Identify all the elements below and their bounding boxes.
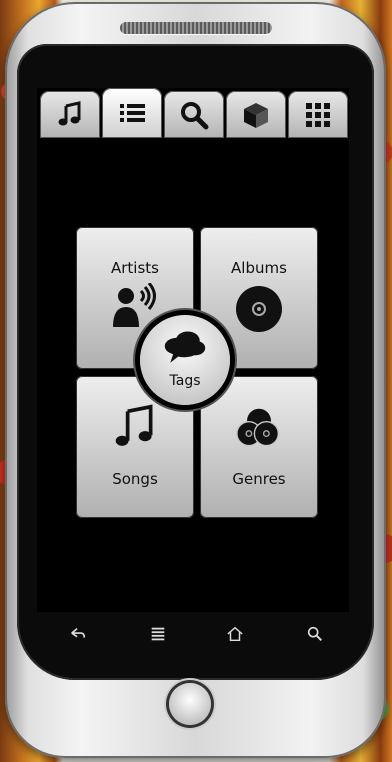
screen: Artists Albums Songs Genres Tags — [37, 88, 349, 612]
genres-label: Genres — [232, 470, 286, 488]
genres-icon — [236, 408, 280, 447]
tags-label: Tags — [169, 373, 201, 389]
tab-grid[interactable] — [288, 91, 348, 138]
tags-button[interactable]: Tags — [140, 315, 230, 405]
cloud-tags-icon — [164, 331, 206, 363]
music-note-icon — [115, 404, 153, 446]
menu-icon — [151, 627, 165, 641]
grid-icon — [306, 102, 330, 127]
tab-library[interactable] — [102, 88, 162, 138]
search-button[interactable] — [300, 620, 330, 648]
artists-label: Artists — [111, 259, 159, 277]
artist-person-icon — [113, 283, 156, 327]
earpiece-speaker — [120, 22, 272, 34]
songs-label: Songs — [112, 470, 158, 488]
cube-icon — [244, 102, 268, 128]
trackball-button[interactable] — [169, 683, 211, 725]
tab-3d[interactable] — [226, 91, 286, 138]
genres-tile[interactable]: Genres — [200, 376, 318, 518]
music-note-icon — [58, 100, 81, 125]
tab-now-playing[interactable] — [40, 91, 100, 138]
back-icon — [71, 627, 86, 638]
back-button[interactable] — [63, 620, 93, 648]
tab-search[interactable] — [164, 91, 224, 138]
home-icon — [227, 626, 243, 642]
list-icon — [120, 104, 145, 122]
tab-bar — [37, 88, 349, 140]
disc-icon — [236, 286, 282, 332]
system-nav-bar — [37, 612, 349, 656]
menu-button[interactable] — [143, 620, 173, 648]
home-button[interactable] — [220, 620, 250, 648]
albums-label: Albums — [231, 259, 287, 277]
search-icon — [307, 626, 323, 642]
search-icon — [181, 101, 209, 129]
